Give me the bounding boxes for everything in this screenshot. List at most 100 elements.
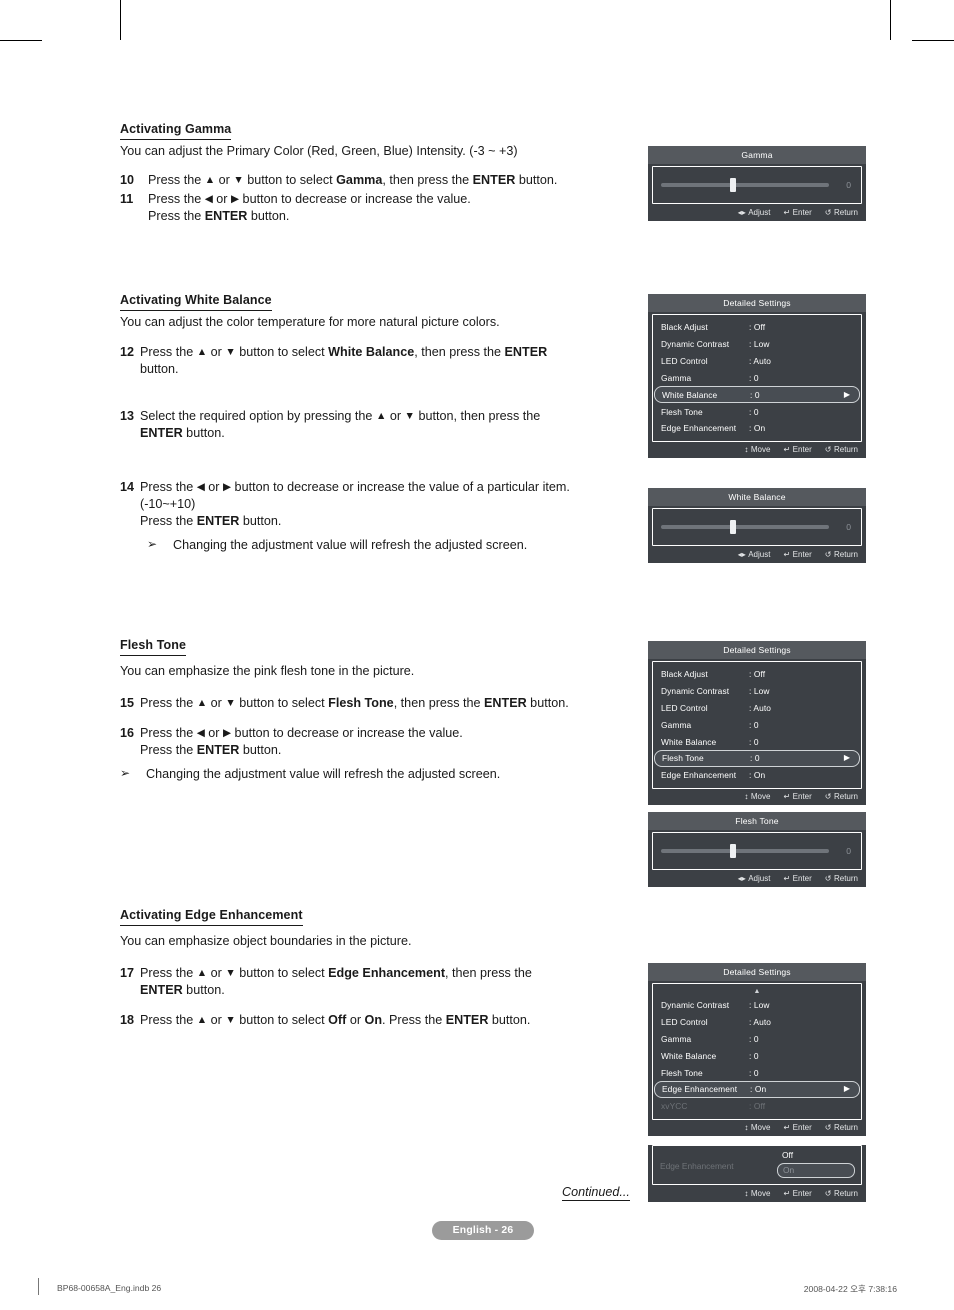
osd-menu-row[interactable]: LED Control: Auto bbox=[654, 1014, 860, 1031]
white-balance-slider-track[interactable] bbox=[661, 525, 829, 529]
osd-row-label: Edge Enhancement bbox=[661, 423, 749, 433]
osd-row-label: LED Control bbox=[661, 356, 749, 366]
chevron-right-icon: ▶ bbox=[844, 1085, 852, 1093]
crop-mark-top-left-horizontal bbox=[0, 40, 42, 41]
osd-menu-row[interactable]: Dynamic Contrast: Low bbox=[654, 336, 860, 353]
hint-enter-label: Enter bbox=[793, 1123, 812, 1132]
osd-row-value: : Off bbox=[749, 322, 853, 332]
hint-return-label: Return bbox=[834, 1123, 858, 1132]
osd-dropdown-frame: Edge Enhancement : Off On bbox=[652, 1145, 862, 1185]
osd-menu-row[interactable]: White Balance: 0▶ bbox=[654, 386, 860, 403]
osd-row-value: : Auto bbox=[749, 703, 853, 713]
osd-menu-row[interactable]: Gamma: 0 bbox=[654, 716, 860, 733]
chevron-right-icon: ▶ bbox=[844, 391, 852, 399]
osd-menu-row[interactable]: Flesh Tone: 0 bbox=[654, 403, 860, 420]
step-text: Press the ▲ or ▼ button to select Gamma,… bbox=[148, 172, 640, 189]
osd-slider-frame: 0 bbox=[652, 166, 862, 204]
gamma-slider-track[interactable] bbox=[661, 183, 829, 187]
osd-menu-row[interactable]: Flesh Tone: 0▶ bbox=[654, 750, 860, 767]
step-number: 18 bbox=[120, 1012, 140, 1029]
hint-enter: ↵Enter bbox=[783, 874, 811, 883]
osd-menu-rows: Dynamic Contrast: LowLED Control: AutoGa… bbox=[653, 997, 861, 1115]
dropdown-option-on[interactable]: On bbox=[777, 1163, 855, 1178]
osd-row-value: : Off bbox=[749, 1101, 853, 1111]
osd-menu-row[interactable]: Edge Enhancement: On bbox=[654, 767, 860, 784]
hint-enter-label: Enter bbox=[793, 874, 812, 883]
hint-return: ↺Return bbox=[825, 874, 858, 883]
step-15: 15 Press the ▲ or ▼ button to select Fle… bbox=[120, 695, 640, 712]
step-text: Press the ▲ or ▼ button to select Off or… bbox=[140, 1012, 640, 1029]
hint-return-label: Return bbox=[834, 445, 858, 454]
osd-menu-row[interactable]: White Balance: 0 bbox=[654, 733, 860, 750]
section-flesh-tone-text: Flesh Tone You can emphasize the pink fl… bbox=[120, 636, 640, 783]
hint-enter-label: Enter bbox=[793, 445, 812, 454]
hint-return-label: Return bbox=[834, 1189, 858, 1198]
adjust-arrows-icon: ◂▸ bbox=[738, 550, 746, 559]
hint-move: ↕Move bbox=[744, 445, 770, 454]
osd-panel: Detailed Settings Black Adjust: OffDynam… bbox=[648, 294, 866, 458]
osd-gamma-slider-panel: Gamma 0 ◂▸Adjust ↵Enter ↺Return bbox=[648, 146, 866, 221]
hint-move: ↕Move bbox=[744, 792, 770, 801]
osd-row-value: : 0 bbox=[750, 390, 844, 400]
step-number: 13 bbox=[120, 408, 140, 442]
osd-detailed-settings-panel-1: Detailed Settings Black Adjust: OffDynam… bbox=[648, 294, 866, 458]
osd-menu-rows: Black Adjust: OffDynamic Contrast: LowLE… bbox=[653, 666, 861, 784]
step-text: Press the ◀ or ▶ button to decrease or i… bbox=[148, 191, 640, 225]
osd-menu-row[interactable]: White Balance: 0 bbox=[654, 1047, 860, 1064]
return-arrow-icon: ↺ bbox=[825, 550, 832, 559]
white-balance-slider-thumb[interactable] bbox=[730, 520, 736, 534]
osd-title: Detailed Settings bbox=[648, 294, 866, 312]
scroll-up-icon[interactable]: ▲ bbox=[653, 988, 861, 997]
dropdown-option-off[interactable]: Off bbox=[777, 1148, 855, 1163]
step-13: 13 Select the required option by pressin… bbox=[120, 408, 640, 442]
osd-menu-row[interactable]: LED Control: Auto bbox=[654, 353, 860, 370]
osd-row-value: : 0 bbox=[749, 1068, 853, 1078]
flesh-tone-slider-track[interactable] bbox=[661, 849, 829, 853]
osd-title: Detailed Settings bbox=[648, 963, 866, 981]
osd-row-value: : 0 bbox=[749, 737, 853, 747]
osd-menu-row[interactable]: Dynamic Contrast: Low bbox=[654, 997, 860, 1014]
osd-row-label: Flesh Tone bbox=[662, 753, 750, 763]
osd-row-label: Flesh Tone bbox=[661, 407, 749, 417]
osd-row-label: White Balance bbox=[661, 1051, 749, 1061]
osd-row-label: Dynamic Contrast bbox=[661, 686, 749, 696]
slider-row: 0 bbox=[653, 171, 861, 199]
step-text: Press the ▲ or ▼ button to select Edge E… bbox=[140, 965, 640, 999]
osd-menu-row[interactable]: Edge Enhancement: On▶ bbox=[654, 1081, 860, 1098]
osd-menu-row[interactable]: Black Adjust: Off bbox=[654, 666, 860, 683]
osd-row-label: Gamma bbox=[661, 720, 749, 730]
hint-return-label: Return bbox=[834, 208, 858, 217]
chevron-right-icon: ▶ bbox=[844, 754, 852, 762]
osd-menu-row[interactable]: Gamma: 0 bbox=[654, 1031, 860, 1048]
section-title-flesh-tone: Flesh Tone bbox=[120, 638, 186, 656]
osd-row-label: Gamma bbox=[661, 373, 749, 383]
enter-key-icon: ↵ bbox=[783, 445, 790, 454]
move-arrows-icon: ↕ bbox=[744, 792, 748, 801]
osd-menu-row[interactable]: Edge Enhancement: On bbox=[654, 420, 860, 437]
step-text: Press the ▲ or ▼ button to select White … bbox=[140, 344, 640, 378]
osd-detailed-settings-panel-2: Detailed Settings Black Adjust: OffDynam… bbox=[648, 641, 866, 805]
osd-footer-hints: ◂▸Adjust ↵Enter ↺Return bbox=[648, 547, 866, 563]
osd-footer-hints: ◂▸Adjust ↵Enter ↺Return bbox=[648, 205, 866, 221]
osd-menu-row[interactable]: Gamma: 0 bbox=[654, 369, 860, 386]
hint-return: ↺Return bbox=[825, 550, 858, 559]
print-mark-rule bbox=[38, 1278, 39, 1295]
osd-menu-row[interactable]: Black Adjust: Off bbox=[654, 319, 860, 336]
osd-menu-row[interactable]: Flesh Tone: 0 bbox=[654, 1064, 860, 1081]
osd-menu-row[interactable]: LED Control: Auto bbox=[654, 700, 860, 717]
osd-footer-hints: ◂▸Adjust ↵Enter ↺Return bbox=[648, 871, 866, 887]
step-number: 16 bbox=[120, 725, 140, 759]
gamma-slider-thumb[interactable] bbox=[730, 178, 736, 192]
section-edge-enhancement-text: Activating Edge Enhancement You can emph… bbox=[120, 906, 640, 1029]
section-white-balance-text: Activating White Balance You can adjust … bbox=[120, 291, 640, 554]
hint-return-label: Return bbox=[834, 874, 858, 883]
osd-row-value: : Low bbox=[749, 686, 853, 696]
osd-row-label: Edge Enhancement bbox=[661, 770, 749, 780]
section-desc-gamma: You can adjust the Primary Color (Red, G… bbox=[120, 143, 640, 160]
osd-row-value: : 0 bbox=[749, 373, 853, 383]
osd-menu-row[interactable]: Dynamic Contrast: Low bbox=[654, 683, 860, 700]
step-number: 15 bbox=[120, 695, 140, 712]
osd-row-value: : On bbox=[749, 770, 853, 780]
print-timestamp: 2008-04-22 오후 7:38:16 bbox=[804, 1283, 897, 1295]
flesh-tone-slider-thumb[interactable] bbox=[730, 844, 736, 858]
